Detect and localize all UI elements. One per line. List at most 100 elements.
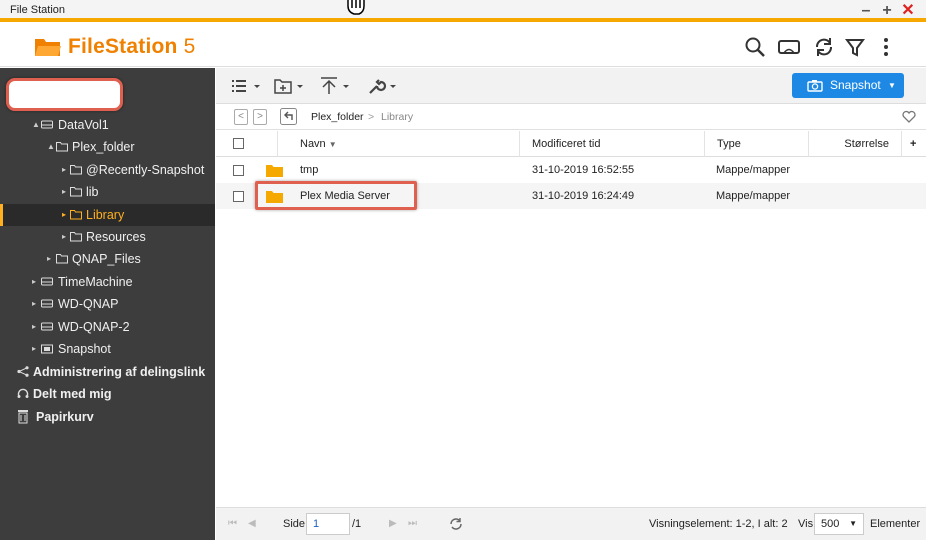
breadcrumb: < > Plex_folder > Library xyxy=(216,105,926,130)
filestation-logo-icon xyxy=(35,39,61,56)
pagination-bar: ⏮ ◀ Side 1 /1 ▶ ⏭ Visningselement: 1-2, … xyxy=(216,507,926,540)
shared-icon xyxy=(17,388,29,398)
show-label: Vis xyxy=(798,518,814,530)
page-total: /1 xyxy=(352,518,362,530)
drive-icon xyxy=(41,120,53,129)
chevron-down-icon: ▼ xyxy=(888,81,896,90)
add-column-button[interactable]: + xyxy=(902,131,926,157)
row-checkbox[interactable] xyxy=(233,191,244,202)
per-page-value: 500 xyxy=(821,518,840,530)
up-level-icon[interactable] xyxy=(280,108,297,125)
breadcrumb-parent[interactable]: Plex_folder xyxy=(311,111,364,123)
column-name[interactable]: Navn ▼ xyxy=(288,131,520,157)
sidebar-item-label: Administrering af delingslink xyxy=(33,365,206,379)
column-type-label: Type xyxy=(717,138,741,150)
maximize-button[interactable]: + xyxy=(878,2,896,20)
refresh-icon[interactable] xyxy=(449,517,463,531)
sidebar-item-label: Library xyxy=(86,208,125,222)
sidebar-item-datavol1[interactable]: ▲ DataVol1 xyxy=(0,114,215,136)
sidebar-item-label: WD-QNAP-2 xyxy=(58,320,130,334)
sidebar-item-label: TimeMachine xyxy=(58,275,133,289)
trash-icon xyxy=(18,410,28,424)
sidebar-item-label: Plex_folder xyxy=(72,140,135,154)
column-type[interactable]: Type xyxy=(705,131,809,157)
refresh-icon[interactable] xyxy=(813,36,835,58)
close-button[interactable]: ✕ xyxy=(899,2,917,20)
sidebar-item-snapshot[interactable]: ▸ Snapshot xyxy=(0,338,215,360)
forward-button[interactable]: > xyxy=(253,109,267,125)
sidebar-item-label: Papirkurv xyxy=(36,410,94,424)
search-icon[interactable] xyxy=(744,36,766,58)
folder-icon xyxy=(56,254,68,264)
file-modified: 31-10-2019 16:52:55 xyxy=(532,164,635,176)
column-name-label: Navn xyxy=(300,138,326,150)
next-page-icon[interactable]: ▶ xyxy=(389,518,397,529)
folder-icon xyxy=(56,142,68,152)
sidebar-item-share-links[interactable]: Administrering af delingslink xyxy=(0,361,215,383)
column-size[interactable]: Størrelse xyxy=(809,131,902,157)
display-info: Visningselement: 1-2, I alt: 2 xyxy=(649,518,788,530)
table-row[interactable]: tmp 31-10-2019 16:52:55 Mappe/mapper xyxy=(216,157,926,183)
file-modified: 31-10-2019 16:24:49 xyxy=(532,190,635,202)
folder-icon xyxy=(70,210,82,220)
sidebar-item-wd-qnap[interactable]: ▸ WD-QNAP xyxy=(0,293,215,315)
window-titlebar: File Station – + ✕ xyxy=(0,0,926,22)
sidebar-item-library[interactable]: ▸ Library xyxy=(0,204,215,226)
sidebar-search-input[interactable] xyxy=(6,78,123,111)
sidebar-item-timemachine[interactable]: ▸ TimeMachine xyxy=(0,271,215,293)
drive-icon xyxy=(41,299,53,308)
media-icon[interactable] xyxy=(778,36,800,58)
file-name: tmp xyxy=(300,164,319,176)
elements-label: Elementer xyxy=(870,518,921,530)
upload-icon[interactable] xyxy=(319,75,353,97)
column-modified[interactable]: Modificeret tid xyxy=(520,131,705,157)
row-checkbox[interactable] xyxy=(233,165,244,176)
app-header: FileStation 5 xyxy=(0,26,926,67)
back-button[interactable]: < xyxy=(234,109,248,125)
breadcrumb-current: Library xyxy=(381,111,414,123)
tools-icon[interactable] xyxy=(366,75,400,97)
new-folder-icon[interactable] xyxy=(273,75,307,97)
camera-icon xyxy=(807,80,823,92)
icon-column xyxy=(254,131,278,157)
page-label: Side xyxy=(283,518,306,530)
snapshot-button[interactable]: Snapshot ▼ xyxy=(792,73,904,98)
sidebar-item-lib[interactable]: ▸ lib xyxy=(0,181,215,203)
favorite-heart-icon[interactable] xyxy=(902,110,916,124)
more-icon[interactable] xyxy=(875,36,897,58)
page-number-input[interactable]: 1 xyxy=(306,513,350,535)
snapshot-icon xyxy=(41,344,53,354)
app-name: FileStation xyxy=(68,35,178,58)
file-type: Mappe/mapper xyxy=(716,164,790,176)
folder-icon xyxy=(70,232,82,242)
share-icon xyxy=(17,366,29,377)
sidebar-item-label: QNAP_Files xyxy=(72,252,141,266)
sidebar-item-recycle-bin[interactable]: Papirkurv xyxy=(0,406,215,428)
sidebar-item-label: WD-QNAP xyxy=(58,297,119,311)
sidebar-item-plex-folder[interactable]: ▲ Plex_folder xyxy=(0,136,215,158)
app-version: 5 xyxy=(183,35,196,58)
snapshot-label: Snapshot xyxy=(830,78,881,92)
prev-page-icon[interactable]: ◀ xyxy=(248,518,256,529)
sidebar-item-label: DataVol1 xyxy=(58,118,109,132)
sidebar-item-resources[interactable]: ▸ Resources xyxy=(0,226,215,248)
minimize-button[interactable]: – xyxy=(857,2,875,20)
last-page-icon[interactable]: ⏭ xyxy=(408,518,417,529)
toolbar: Snapshot ▼ xyxy=(216,68,926,104)
table-header: Navn ▼ Modificeret tid Type Størrelse + xyxy=(216,131,926,157)
filter-icon[interactable] xyxy=(844,36,866,58)
sidebar-item-recently-snapshot[interactable]: ▸ @Recently-Snapshot xyxy=(0,159,215,181)
select-all-checkbox[interactable] xyxy=(233,138,244,149)
highlight-box xyxy=(255,181,417,210)
drive-icon xyxy=(41,322,53,331)
sidebar-item-wd-qnap-2[interactable]: ▸ WD-QNAP-2 xyxy=(0,316,215,338)
sidebar-item-shared-with-me[interactable]: Delt med mig xyxy=(0,383,215,405)
column-modified-label: Modificeret tid xyxy=(532,138,601,150)
sidebar-item-label: lib xyxy=(86,185,99,199)
view-mode-icon[interactable] xyxy=(230,75,264,97)
first-page-icon[interactable]: ⏮ xyxy=(228,518,237,529)
sidebar-item-qnap-files[interactable]: ▸ QNAP_Files xyxy=(0,248,215,270)
sort-arrow-icon: ▼ xyxy=(328,140,337,149)
per-page-select[interactable]: 500 ▼ xyxy=(814,513,864,535)
column-size-label: Størrelse xyxy=(844,138,889,150)
